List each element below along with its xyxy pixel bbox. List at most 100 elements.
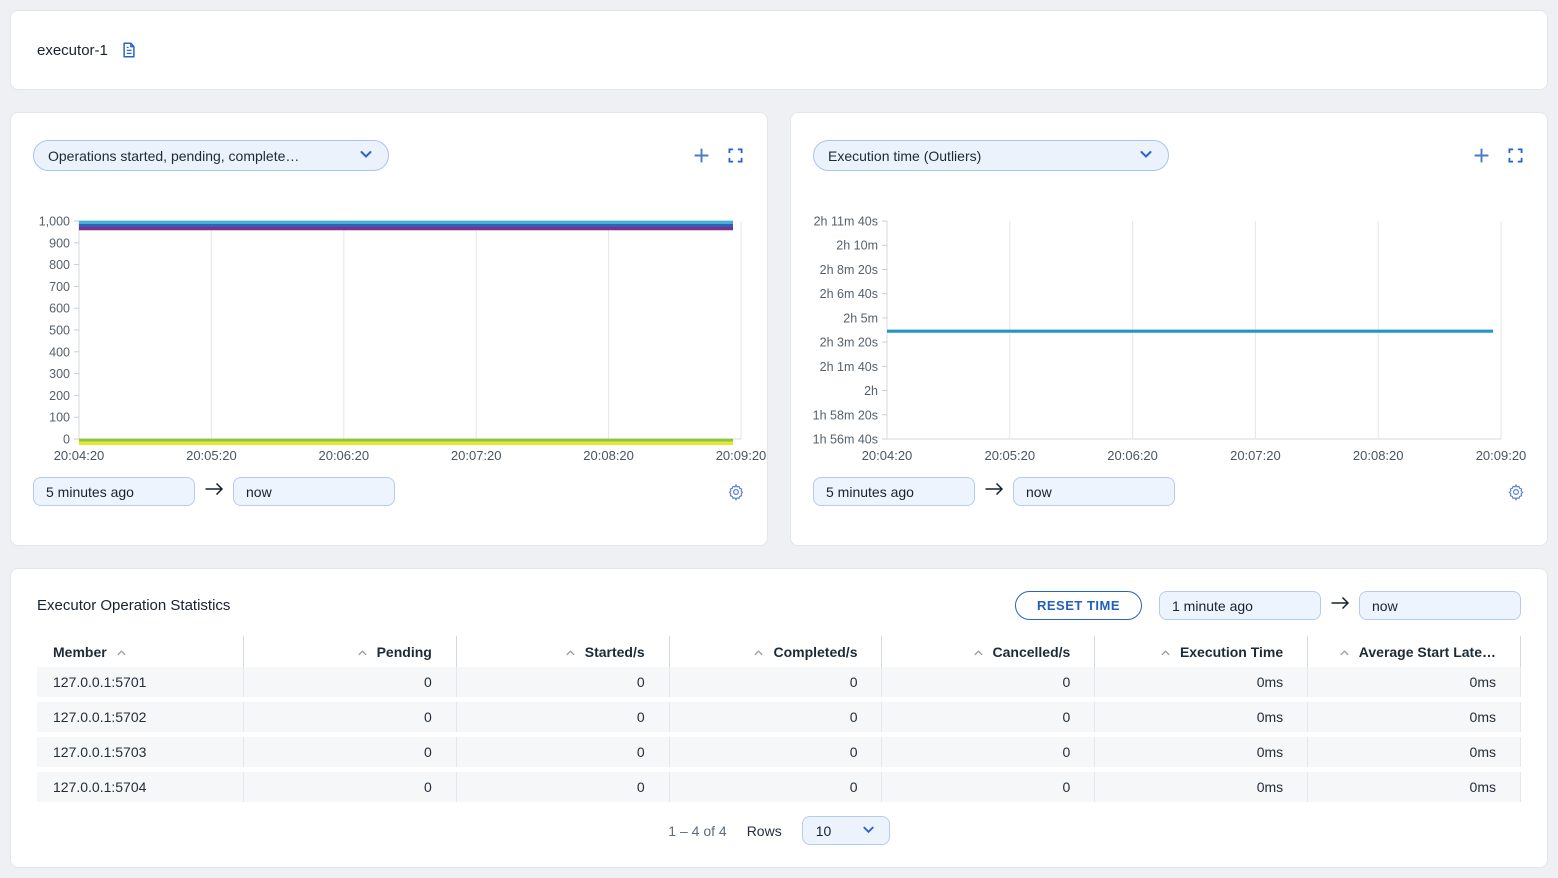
gear-icon[interactable] [1507,483,1525,501]
value-cell: 0 [882,702,1095,732]
svg-text:100: 100 [49,411,70,425]
header-card: executor-1 [10,10,1548,90]
value-cell: 0 [457,772,670,802]
svg-text:2h 5m: 2h 5m [843,311,878,325]
value-cell: 0 [882,667,1095,697]
table-row: 127.0.0.1:570100000ms0ms [37,667,1521,697]
table-row: 127.0.0.1:570300000ms0ms [37,737,1521,767]
value-cell: 0 [244,737,457,767]
sort-caret-icon [753,644,764,660]
rows-per-page-value: 10 [816,823,832,839]
sort-caret-icon [973,644,984,660]
sort-caret-icon [357,644,368,660]
column-header-completed-s[interactable]: Completed/s [670,636,883,667]
value-cell: 0 [882,772,1095,802]
fullscreen-icon[interactable] [1508,148,1523,163]
execution-time-from-input[interactable] [813,477,975,506]
value-cell: 0ms [1095,772,1308,802]
value-cell: 0 [670,737,883,767]
stats-from-input[interactable] [1159,591,1321,620]
gear-icon[interactable] [727,483,745,501]
svg-text:900: 900 [49,236,70,250]
executor-statistics-panel: Executor Operation Statistics RESET TIME… [10,568,1548,868]
table-header-row: MemberPendingStarted/sCompleted/sCancell… [37,636,1521,667]
svg-text:20:04:20: 20:04:20 [862,448,913,463]
svg-text:200: 200 [49,389,70,403]
operations-chart: 20:04:2020:05:2020:06:2020:07:2020:08:20… [33,211,745,471]
svg-text:2h: 2h [864,384,878,398]
svg-text:700: 700 [49,280,70,294]
operations-from-input[interactable] [33,477,195,506]
value-cell: 0ms [1095,667,1308,697]
column-header-average-start-late[interactable]: Average Start Late… [1308,636,1521,667]
svg-text:20:06:20: 20:06:20 [318,448,369,463]
value-cell: 0 [244,772,457,802]
column-header-pending[interactable]: Pending [244,636,457,667]
value-cell: 0 [670,772,883,802]
value-cell: 0ms [1308,772,1521,802]
rows-per-page-label: Rows [747,823,782,839]
svg-text:2h 6m 40s: 2h 6m 40s [820,287,878,301]
rows-per-page-select[interactable]: 10 [802,816,890,845]
svg-text:1h 58m 20s: 1h 58m 20s [813,408,878,422]
arrow-right-icon [1330,594,1350,617]
document-icon[interactable] [120,41,138,59]
sort-caret-icon [1160,644,1171,660]
operations-to-input[interactable] [233,477,395,506]
member-cell: 127.0.0.1:5703 [37,737,244,767]
charts-row: Operations started, pending, complete… 2… [10,112,1548,546]
operations-metric-select-value: Operations started, pending, complete… [48,148,299,164]
svg-text:300: 300 [49,367,70,381]
table-row: 127.0.0.1:570400000ms0ms [37,772,1521,802]
execution-time-metric-select-value: Execution time (Outliers) [828,148,981,164]
reset-time-button[interactable]: RESET TIME [1015,591,1142,620]
column-header-member[interactable]: Member [37,636,244,667]
execution-time-to-input[interactable] [1013,477,1175,506]
sort-caret-icon [565,644,576,660]
svg-text:20:08:20: 20:08:20 [1353,448,1404,463]
value-cell: 0ms [1095,702,1308,732]
value-cell: 0 [670,702,883,732]
sort-caret-icon [116,644,127,660]
operations-chart-panel: Operations started, pending, complete… 2… [10,112,768,546]
statistics-table: MemberPendingStarted/sCompleted/sCancell… [37,636,1521,802]
stats-to-input[interactable] [1359,591,1521,620]
svg-text:400: 400 [49,345,70,359]
svg-text:20:09:20: 20:09:20 [1476,448,1527,463]
value-cell: 0 [244,667,457,697]
fullscreen-icon[interactable] [728,148,743,163]
svg-text:0: 0 [63,433,70,447]
value-cell: 0 [457,737,670,767]
section-title: Executor Operation Statistics [37,597,230,614]
execution-time-chart: 20:04:2020:05:2020:06:2020:07:2020:08:20… [813,211,1525,471]
operations-metric-select[interactable]: Operations started, pending, complete… [33,140,389,171]
execution-time-chart-panel: Execution time (Outliers) 20:04:2020:05:… [790,112,1548,546]
svg-text:1,000: 1,000 [39,215,70,229]
value-cell: 0 [244,702,457,732]
column-header-cancelled-s[interactable]: Cancelled/s [882,636,1095,667]
value-cell: 0ms [1308,737,1521,767]
svg-text:20:08:20: 20:08:20 [583,448,634,463]
svg-text:20:04:20: 20:04:20 [54,448,105,463]
add-chart-icon[interactable] [693,147,710,164]
value-cell: 0 [882,737,1095,767]
svg-text:2h 3m 20s: 2h 3m 20s [820,336,878,350]
pagination: 1 – 4 of 4 Rows 10 [37,816,1521,845]
sort-caret-icon [1339,644,1350,660]
svg-text:20:07:20: 20:07:20 [1230,448,1281,463]
column-header-execution-time[interactable]: Execution Time [1095,636,1308,667]
execution-time-metric-select[interactable]: Execution time (Outliers) [813,140,1169,171]
page-title: executor-1 [37,42,108,59]
column-header-started-s[interactable]: Started/s [457,636,670,667]
arrow-right-icon [984,480,1004,503]
add-chart-icon[interactable] [1473,147,1490,164]
svg-text:20:05:20: 20:05:20 [186,448,237,463]
pagination-range: 1 – 4 of 4 [668,823,726,839]
svg-text:1h 56m 40s: 1h 56m 40s [813,433,878,447]
svg-text:800: 800 [49,258,70,272]
table-row: 127.0.0.1:570200000ms0ms [37,702,1521,732]
svg-text:2h 8m 20s: 2h 8m 20s [820,263,878,277]
svg-text:500: 500 [49,324,70,338]
svg-text:20:06:20: 20:06:20 [1107,448,1158,463]
member-cell: 127.0.0.1:5704 [37,772,244,802]
